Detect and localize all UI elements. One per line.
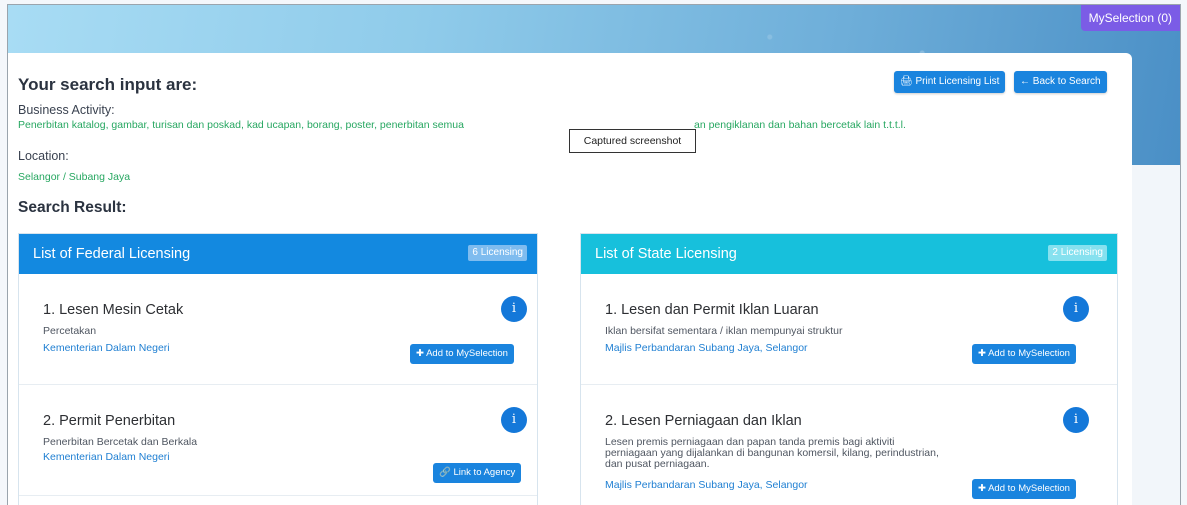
business-activity-value-end: an pengiklanan dan bahan bercetak lain t… [694,119,906,131]
browser-viewport: MySelection (0) Your search input are: 🖨… [7,4,1181,505]
printer-icon: 🖨 [900,76,913,87]
federal-item: 2. Permit Penerbitan Penerbitan Bercetak… [19,385,537,496]
info-icon[interactable]: i [1063,296,1089,322]
state-panel-title: List of State Licensing [595,246,737,262]
search-result-title: Search Result: [18,199,127,216]
state-count-badge: 2 Licensing [1048,245,1107,261]
state-item: 2. Lesen Perniagaan dan Iklan Lesen prem… [581,385,1117,505]
license-description: Iklan bersifat sementara / iklan mempuny… [605,325,843,337]
federal-licensing-panel: List of Federal Licensing 6 Licensing 1.… [18,233,538,505]
add-to-myselection-button[interactable]: ✚ Add to MySelection [972,344,1076,364]
license-agency[interactable]: Kementerian Dalam Negeri [43,451,170,463]
page-title: Your search input are: [18,75,198,94]
federal-panel-title: List of Federal Licensing [33,246,191,262]
link-to-agency-button[interactable]: 🔗 Link to Agency [433,463,522,483]
add-to-myselection-button[interactable]: ✚ Add to MySelection [410,344,514,364]
myselection-button[interactable]: MySelection (0) [1080,5,1180,31]
federal-item: 1. Lesen Mesin Cetak Percetakan Kementer… [19,274,537,385]
federal-count-badge: 6 Licensing [468,245,527,261]
back-to-search-button[interactable]: ← Back to Search [1014,71,1107,93]
license-agency[interactable]: Majlis Perbandaran Subang Jaya, Selangor [605,479,808,491]
business-activity-label: Business Activity: [18,103,115,117]
plus-icon: ✚ [978,483,986,494]
license-description: Percetakan [43,325,97,337]
license-description: Lesen premis perniagaan dan papan tanda … [605,436,939,470]
add-to-myselection-button[interactable]: ✚ Add to MySelection [972,479,1076,499]
license-name: 1. Lesen Mesin Cetak [43,302,184,318]
link-icon: 🔗 [439,467,451,478]
business-activity-value: Penerbitan katalog, gambar, turisan dan … [18,119,464,131]
state-licensing-panel: List of State Licensing 2 Licensing 1. L… [580,233,1118,505]
screenshot-tooltip: Captured screenshot [569,129,696,153]
info-icon[interactable]: i [501,407,527,433]
location-value: Selangor / Subang Jaya [18,171,131,183]
license-name: 1. Lesen dan Permit Iklan Luaran [605,302,819,318]
info-icon[interactable]: i [1063,407,1089,433]
license-agency[interactable]: Majlis Perbandaran Subang Jaya, Selangor [605,342,808,354]
license-agency[interactable]: Kementerian Dalam Negeri [43,342,170,354]
location-label: Location: [18,149,69,163]
license-description: Penerbitan Bercetak dan Berkala [43,436,198,448]
state-panel-header: List of State Licensing 2 Licensing [581,234,1117,274]
print-licensing-list-button[interactable]: 🖨 Print Licensing List [894,71,1006,93]
license-name: 2. Permit Penerbitan [43,413,176,429]
federal-panel-header: List of Federal Licensing 6 Licensing [19,234,537,274]
license-name: 2. Lesen Perniagaan dan Iklan [605,413,802,429]
info-icon[interactable]: i [501,296,527,322]
plus-icon: ✚ [416,348,424,359]
state-item: 1. Lesen dan Permit Iklan Luaran Iklan b… [581,274,1117,385]
plus-icon: ✚ [978,348,986,359]
